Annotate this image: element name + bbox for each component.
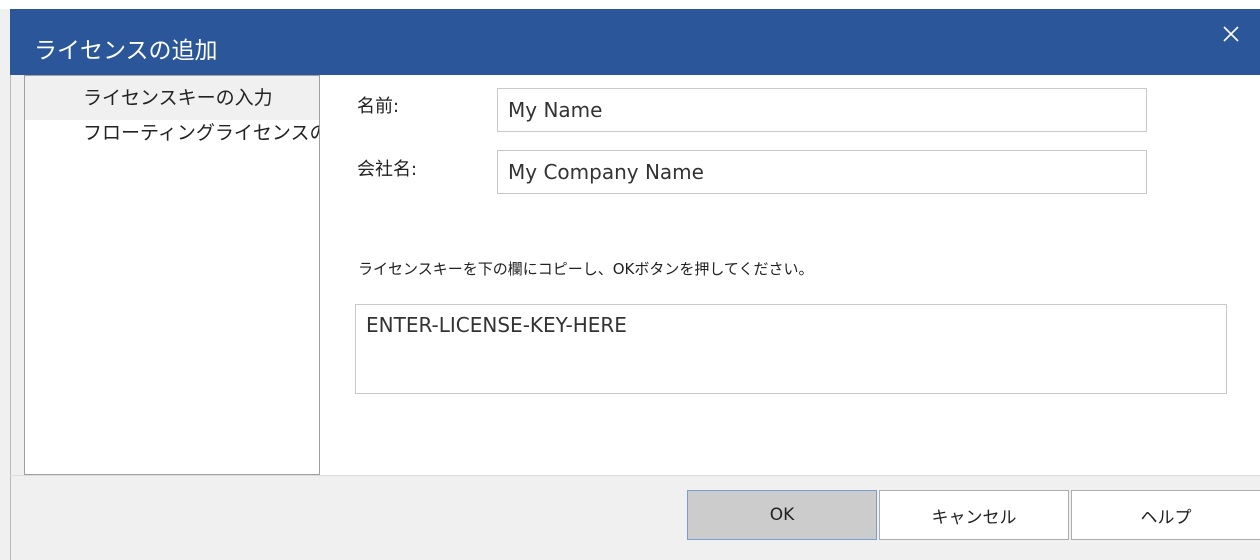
window-title: ライセンスの追加 <box>34 38 218 64</box>
license-key-textarea[interactable]: ENTER-LICENSE-KEY-HERE <box>355 304 1227 394</box>
add-license-dialog: ライセンスの追加 ライセンスキーの入力 フローティングライセンスの取 名前: M… <box>0 0 1260 560</box>
company-field[interactable]: My Company Name <box>497 150 1147 194</box>
title-bar: ライセンスの追加 <box>10 9 1260 75</box>
window-left-border <box>10 75 11 560</box>
ok-button[interactable]: OK <box>687 490 877 540</box>
nav-list: ライセンスキーの入力 フローティングライセンスの取 <box>24 75 320 475</box>
company-label: 会社名: <box>357 159 418 180</box>
footer-divider <box>10 475 1260 476</box>
instruction-text: ライセンスキーを下の欄にコピーし、OKボタンを押してください。 <box>358 260 814 278</box>
cancel-button[interactable]: キャンセル <box>879 490 1069 540</box>
help-button[interactable]: ヘルプ <box>1071 490 1260 540</box>
name-label: 名前: <box>357 96 400 117</box>
close-button[interactable] <box>1212 15 1250 53</box>
nav-item-floating-license[interactable]: フローティングライセンスの取 <box>25 111 319 155</box>
name-field[interactable]: My Name <box>497 88 1147 132</box>
window-top-strip <box>0 0 1260 9</box>
close-icon <box>1222 25 1240 43</box>
